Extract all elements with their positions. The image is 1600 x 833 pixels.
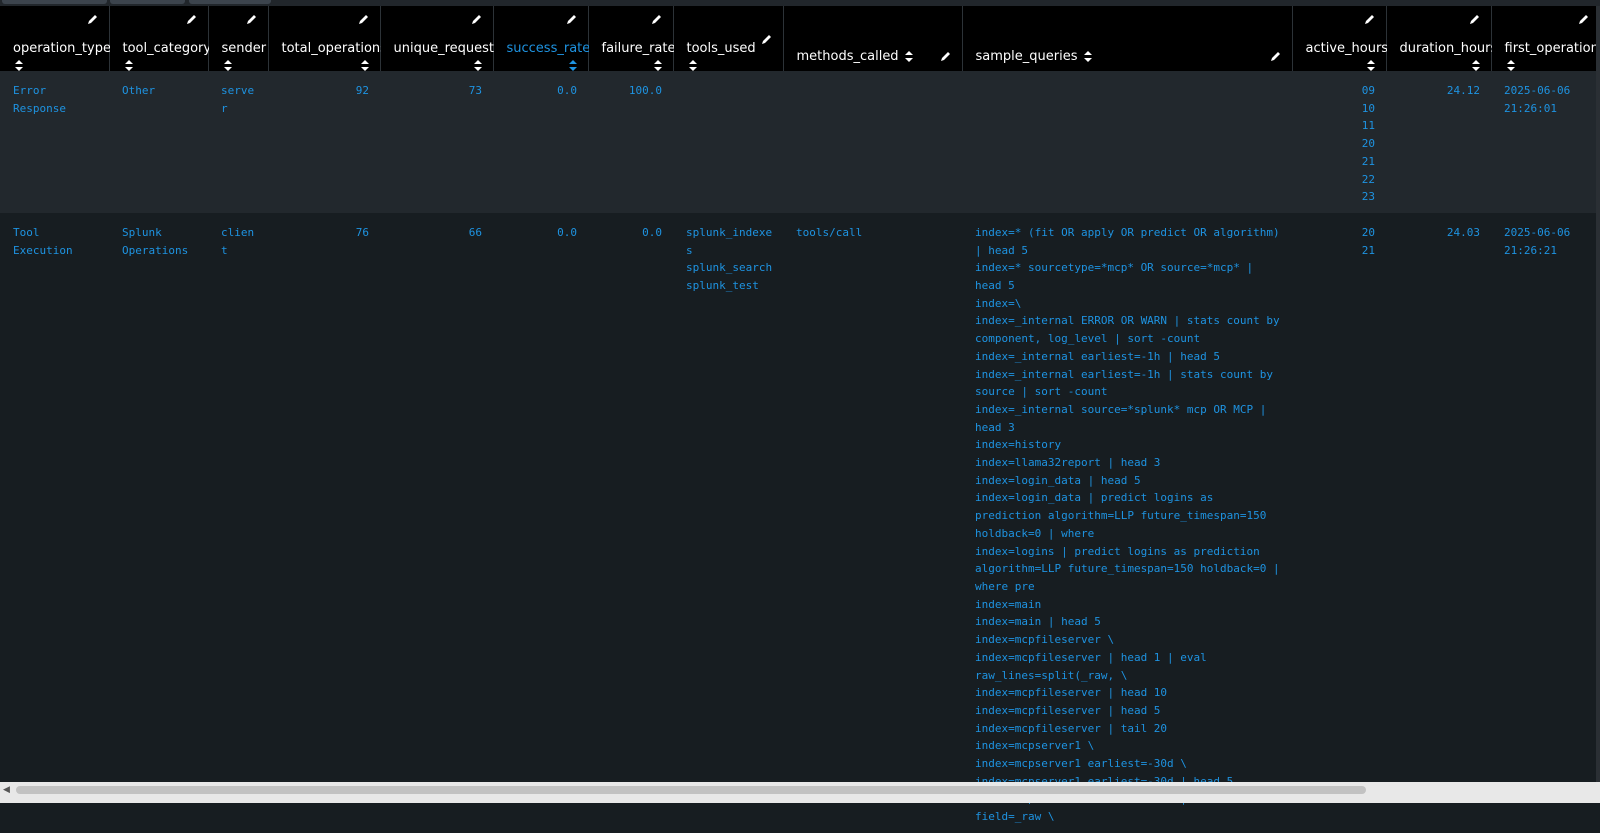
edit-pencil-icon[interactable] (186, 13, 198, 25)
cell-failure-rate[interactable]: 100.0 (588, 71, 673, 213)
cell-first-operation[interactable]: 2025-06-06 21:26:01 (1491, 71, 1600, 213)
query-line[interactable]: index=mcpserver1 earliest=-30d \ (975, 755, 1283, 773)
table-row[interactable]: Error Response Other server 92 73 0.0 10… (0, 71, 1600, 213)
query-line[interactable]: index=mcpserver1 \ (975, 737, 1283, 755)
query-line[interactable]: index=main (975, 596, 1283, 614)
column-header-sender[interactable]: sender (208, 6, 269, 71)
cell-sender[interactable]: server (208, 71, 268, 213)
query-line[interactable]: index=_internal earliest=-1h | head 5 (975, 348, 1283, 366)
edit-pencil-icon[interactable] (1270, 50, 1282, 62)
query-line[interactable]: index=_internal ERROR OR WARN | stats co… (975, 312, 1283, 347)
query-line[interactable]: index=llama32report | head 3 (975, 454, 1283, 472)
edit-pencil-icon[interactable] (1469, 13, 1481, 25)
cell-unique-requests[interactable]: 73 (380, 71, 493, 213)
edit-pencil-icon[interactable] (940, 50, 952, 62)
column-header-success-rate[interactable]: success_rate (493, 6, 590, 71)
cell-tool-category[interactable]: Splunk Operations (109, 212, 208, 833)
table-row[interactable]: Tool Execution Splunk Operations client … (0, 212, 1600, 833)
cell-methods-called[interactable] (783, 71, 962, 213)
query-line[interactable]: index=mcpfileserver | tail 20 (975, 720, 1283, 738)
column-header-duration-hours[interactable]: duration_hours (1386, 6, 1497, 71)
cell-unique-requests[interactable]: 66 (380, 212, 493, 833)
sort-icon[interactable] (473, 60, 482, 71)
sort-icon[interactable] (568, 60, 577, 71)
toolbar-tab[interactable] (2, 0, 107, 4)
cell-tools-used[interactable]: splunk_indexes splunk_search splunk_test (673, 212, 783, 833)
cell-duration-hours[interactable]: 24.12 (1386, 71, 1491, 213)
cell-success-rate[interactable]: 0.0 (493, 71, 588, 213)
cell-first-operation[interactable]: 2025-06-06 21:26:21 (1491, 212, 1600, 833)
column-header-methods-called[interactable]: methods_called (783, 6, 963, 71)
toolbar-tab[interactable] (110, 0, 185, 4)
cell-tools-used[interactable] (673, 71, 783, 213)
column-header-sample-queries[interactable]: sample_queries (962, 6, 1293, 71)
query-line[interactable]: index=mcpfileserver \ (975, 631, 1283, 649)
cell-sender[interactable]: client (208, 212, 268, 833)
cell-operation-type[interactable]: Tool Execution (0, 212, 109, 833)
results-table: operation_type tool_category sender tota… (0, 6, 1600, 833)
edit-pencil-icon[interactable] (87, 13, 99, 25)
cell-methods-called[interactable]: tools/call (783, 212, 962, 833)
cell-success-rate[interactable]: 0.0 (493, 212, 588, 833)
query-line[interactable]: index=_internal source=*splunk* mcp OR M… (975, 401, 1283, 436)
query-line[interactable]: index=_internal earliest=-1h | stats cou… (975, 366, 1283, 401)
query-line[interactable]: index=* (fit OR apply OR predict OR algo… (975, 224, 1283, 259)
edit-pencil-icon[interactable] (1364, 13, 1376, 25)
cell-active-hours[interactable]: 09 10 11 20 21 22 23 (1292, 71, 1386, 213)
column-header-failure-rate[interactable]: failure_rate (588, 6, 675, 71)
sort-icon[interactable] (124, 60, 133, 71)
cell-sample-queries[interactable]: index=* (fit OR apply OR predict OR algo… (962, 212, 1292, 833)
column-header-unique-requests[interactable]: unique_requests (380, 6, 501, 71)
query-line[interactable]: index=logins | predict logins as predict… (975, 543, 1283, 596)
column-header-tool-category[interactable]: tool_category (109, 6, 211, 71)
header-row: operation_type tool_category sender tota… (0, 6, 1600, 71)
query-line[interactable]: index=* sourcetype=*mcp* OR source=*mcp*… (975, 259, 1283, 294)
query-line[interactable]: index=\ (975, 295, 1283, 313)
edit-pencil-icon[interactable] (471, 13, 483, 25)
header-label: methods_called (797, 49, 962, 71)
column-header-first-operation[interactable]: first_operation (1491, 6, 1600, 71)
edit-pencil-icon[interactable] (246, 13, 258, 25)
scrollbar-thumb[interactable] (16, 786, 1366, 794)
edit-pencil-icon[interactable] (358, 13, 370, 25)
column-header-operation-type[interactable]: operation_type (0, 6, 111, 71)
query-line[interactable]: index=mcpfileserver | head 5 (975, 702, 1283, 720)
horizontal-scrollbar[interactable]: ◀ (0, 782, 1600, 803)
edit-pencil-icon[interactable] (1578, 13, 1590, 25)
query-line[interactable]: index=login_data | predict logins as pre… (975, 489, 1283, 542)
sort-icon[interactable] (1506, 60, 1515, 71)
cell-total-operations[interactable]: 76 (268, 212, 380, 833)
column-header-active-hours[interactable]: active_hours (1292, 6, 1388, 71)
query-line[interactable]: index=history (975, 436, 1283, 454)
cell-active-hours[interactable]: 20 21 (1292, 212, 1386, 833)
edit-pencil-icon[interactable] (651, 13, 663, 25)
edit-pencil-icon[interactable] (566, 13, 578, 25)
cell-failure-rate[interactable]: 0.0 (588, 212, 673, 833)
sort-icon[interactable] (1366, 60, 1375, 71)
sort-icon[interactable] (688, 60, 697, 71)
sort-icon[interactable] (360, 60, 369, 71)
sort-icon[interactable] (904, 51, 913, 62)
vertical-scrollbar[interactable] (1596, 6, 1600, 782)
header-label: sample_queries (976, 49, 1292, 71)
query-line[interactable]: index=mcpfileserver | head 1 | eval raw_… (975, 649, 1283, 684)
edit-pencil-icon[interactable] (761, 33, 773, 45)
toolbar-tab[interactable] (189, 0, 271, 4)
cell-total-operations[interactable]: 92 (268, 71, 380, 213)
sort-icon[interactable] (15, 60, 23, 71)
cell-operation-type[interactable]: Error Response (0, 71, 109, 213)
cell-sample-queries[interactable] (962, 71, 1292, 213)
query-line[interactable]: index=main | head 5 (975, 613, 1283, 631)
cell-duration-hours[interactable]: 24.03 (1386, 212, 1491, 833)
column-header-tools-used[interactable]: tools_used (673, 6, 784, 71)
cell-tool-category[interactable]: Other (109, 71, 208, 213)
sort-icon[interactable] (1083, 51, 1092, 62)
query-line[interactable]: index=mcpfileserver | head 10 (975, 684, 1283, 702)
sort-icon[interactable] (223, 60, 232, 71)
column-header-total-operations[interactable]: total_operations (268, 6, 387, 71)
scroll-left-arrow-icon[interactable]: ◀ (3, 785, 10, 795)
sort-icon[interactable] (653, 60, 662, 71)
query-line[interactable]: index=login_data | head 5 (975, 472, 1283, 490)
sort-icon[interactable] (1471, 60, 1480, 71)
